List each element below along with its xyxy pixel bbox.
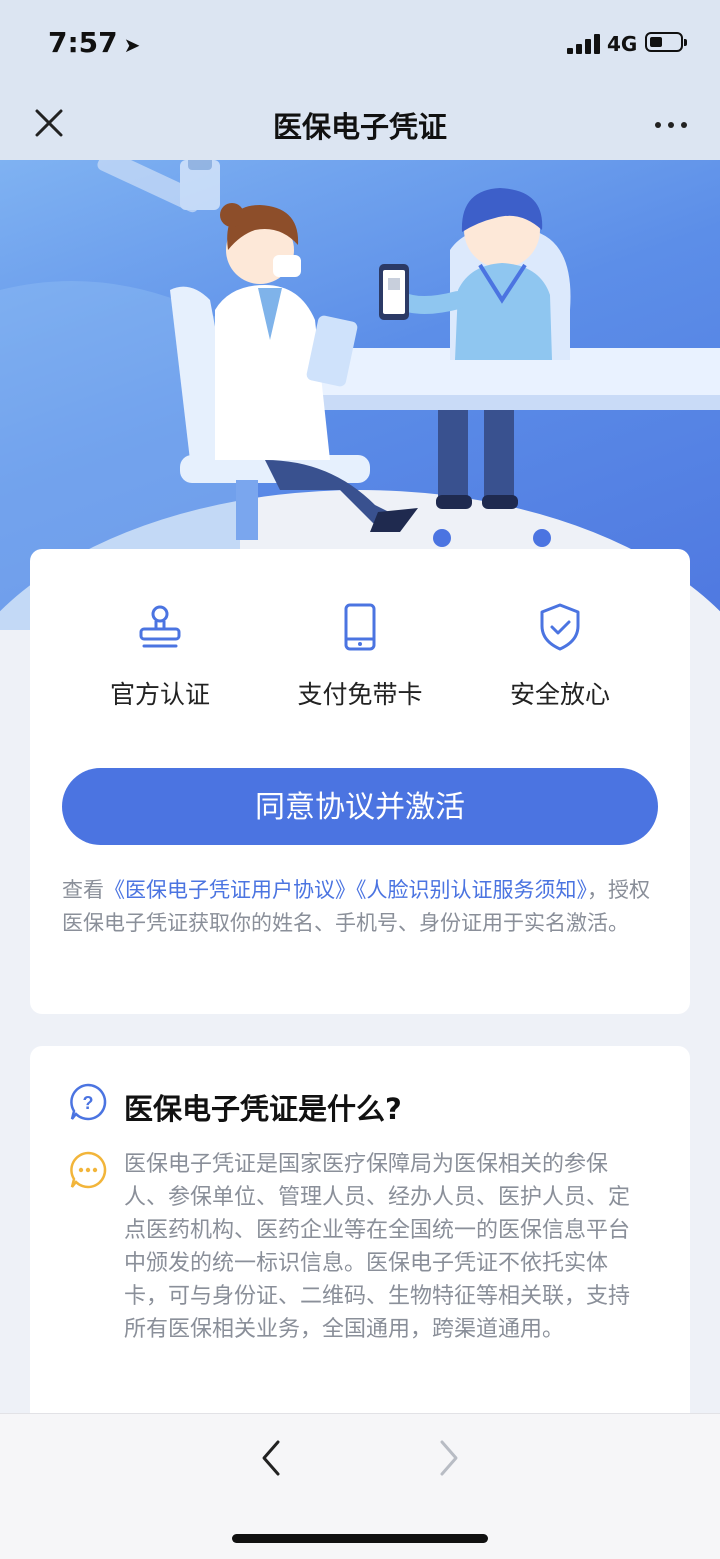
- chat-bubble-icon: [70, 1151, 107, 1189]
- faq-card: ? 医保电子凭证是什么? 医保电子凭证是国家医疗保障局为医保相关的参保人、参保单…: [30, 1046, 690, 1466]
- more-icon[interactable]: [654, 108, 688, 142]
- faq-question: 医保电子凭证是什么?: [124, 1092, 402, 1126]
- location-arrow-icon: ➤: [123, 33, 141, 57]
- forward-arrow-icon[interactable]: [430, 1436, 466, 1480]
- network-type: 4G: [607, 32, 638, 56]
- user-agreement-link[interactable]: 《医保电子凭证用户协议》: [104, 878, 356, 902]
- agreement-prefix: 查看: [62, 878, 104, 902]
- stamp-icon: [139, 605, 181, 648]
- phone-card-icon: [344, 603, 376, 651]
- status-bar: 7:57 ➤ 4G: [0, 0, 720, 88]
- question-icon: ?: [70, 1083, 107, 1121]
- feature-label: 支付免带卡: [297, 680, 423, 709]
- shield-check-icon: [540, 603, 580, 651]
- feature-official: 官方认证: [60, 601, 260, 711]
- feature-label: 安全放心: [509, 680, 610, 709]
- back-arrow-icon[interactable]: [254, 1436, 290, 1480]
- battery-icon: [645, 32, 687, 52]
- feature-payment: 支付免带卡: [260, 601, 460, 711]
- svg-text:?: ?: [83, 1093, 94, 1113]
- activation-card: 官方认证 支付免带卡 安全放心 同意协议并激活 查看《医保电子凭证用户协议》《人…: [30, 549, 690, 1014]
- faq-answer: 医保电子凭证是国家医疗保障局为医保相关的参保人、参保单位、管理人员、经办人员、医…: [124, 1152, 631, 1342]
- nav-bar: 医保电子凭证: [0, 88, 720, 160]
- browser-toolbar: [0, 1413, 720, 1559]
- status-time: 7:57 ➤: [48, 26, 141, 59]
- agree-activate-button[interactable]: 同意协议并激活: [62, 768, 658, 845]
- feature-label: 官方认证: [109, 680, 210, 709]
- home-indicator: [232, 1534, 488, 1543]
- signal-icon: [567, 34, 601, 54]
- face-recognition-notice-link[interactable]: 《人脸识别认证服务须知》: [356, 878, 587, 902]
- page-title: 医保电子凭证: [272, 110, 447, 144]
- feature-security: 安全放心: [460, 601, 660, 711]
- agreement-text: 查看《医保电子凭证用户协议》《人脸识别认证服务须知》，授权医保电子凭证获取你的姓…: [62, 874, 662, 940]
